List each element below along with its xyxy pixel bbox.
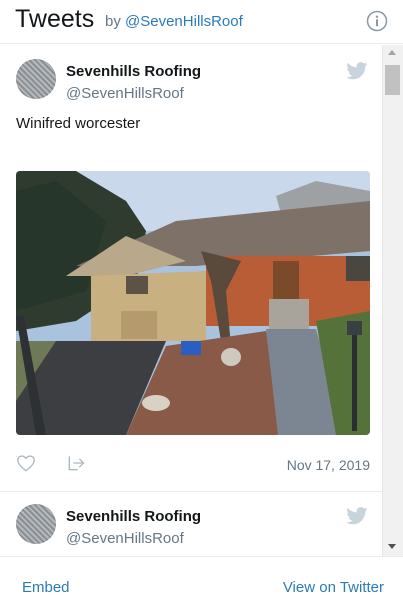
embed-link[interactable]: Embed xyxy=(22,579,70,596)
timeline-footer: Embed View on Twitter xyxy=(0,556,403,602)
heart-icon[interactable] xyxy=(16,454,36,472)
avatar[interactable] xyxy=(16,59,56,99)
house-photo-image xyxy=(16,171,370,435)
tweet-text: Winifred worcester xyxy=(16,115,141,132)
share-icon[interactable] xyxy=(66,453,86,473)
info-icon[interactable] xyxy=(366,10,388,32)
author-handle[interactable]: @SevenHillsRoof xyxy=(66,530,184,548)
twitter-bird-icon[interactable] xyxy=(346,507,368,525)
author-name[interactable]: Sevenhills Roofing xyxy=(66,508,201,526)
author-handle[interactable]: @SevenHillsRoof xyxy=(66,85,184,103)
timeline-byline: by @SevenHillsRoof xyxy=(105,12,243,32)
tweet-photo[interactable] xyxy=(16,171,370,435)
avatar[interactable] xyxy=(16,504,56,544)
twitter-bird-icon[interactable] xyxy=(346,62,368,80)
scrollbar-thumb[interactable] xyxy=(385,65,400,95)
tweet-card[interactable]: Sevenhills Roofing @SevenHillsRoof Winif… xyxy=(0,45,382,492)
tweet-timeline[interactable]: Sevenhills Roofing @SevenHillsRoof Winif… xyxy=(0,45,403,556)
byline-prefix: by xyxy=(105,13,121,30)
byline-handle[interactable]: @SevenHillsRoof xyxy=(125,13,243,30)
author-name[interactable]: Sevenhills Roofing xyxy=(66,63,201,81)
tweet-timestamp[interactable]: Nov 17, 2019 xyxy=(287,457,370,473)
scroll-up-arrow-icon[interactable] xyxy=(388,50,396,55)
timeline-title: Tweets xyxy=(15,5,95,33)
timeline-header: Tweets by @SevenHillsRoof xyxy=(0,0,403,44)
tweet-card[interactable]: Sevenhills Roofing @SevenHillsRoof xyxy=(0,492,382,556)
view-on-twitter-link[interactable]: View on Twitter xyxy=(283,579,384,596)
scroll-down-arrow-icon[interactable] xyxy=(388,544,396,549)
timeline-scrollbar[interactable] xyxy=(382,45,403,556)
